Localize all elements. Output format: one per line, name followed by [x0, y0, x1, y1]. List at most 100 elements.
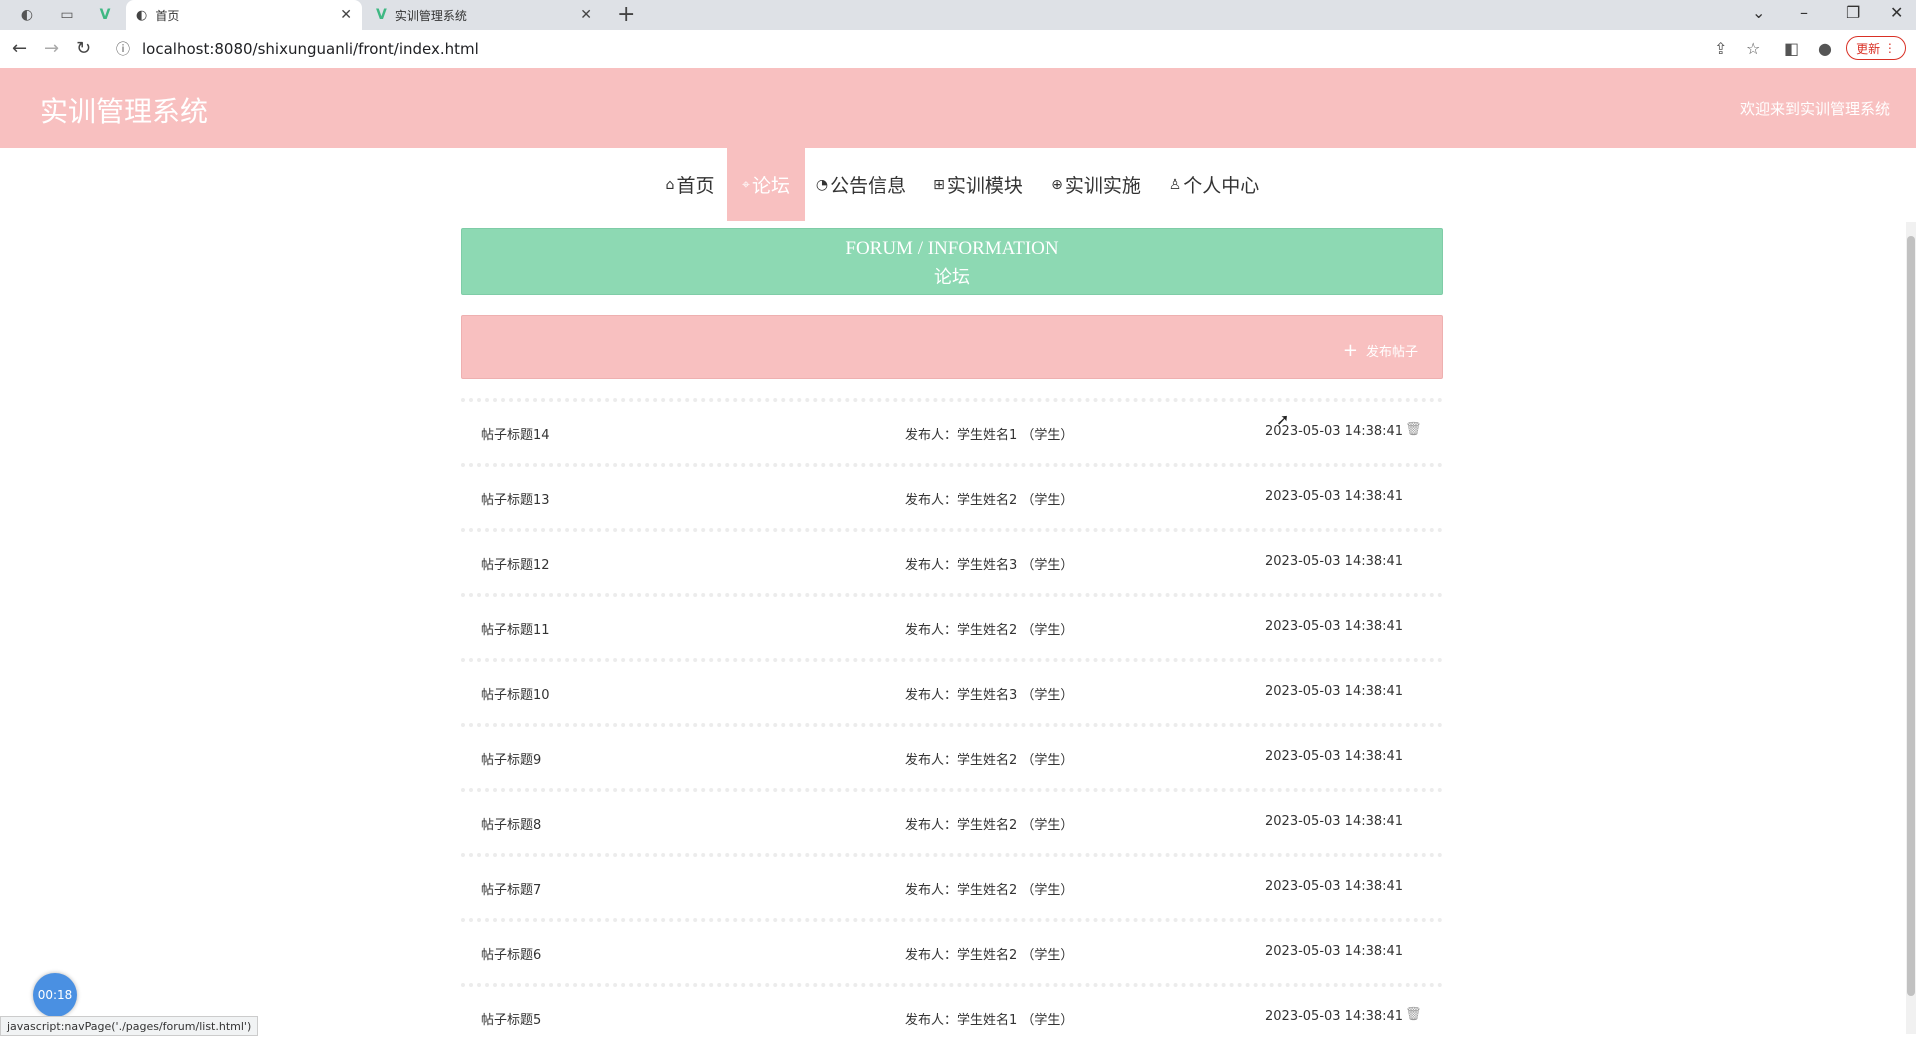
nav-item-training-implementation[interactable]: ⊕ 实训实施 — [1044, 148, 1148, 221]
close-icon[interactable]: ✕ — [340, 7, 352, 23]
welcome-text: 欢迎来到实训管理系统 — [1739, 100, 1890, 118]
gauge-icon: ◔ — [815, 176, 829, 193]
new-tab-button[interactable]: + — [617, 2, 635, 27]
post-row[interactable]: 帖子标题11 发布人：学生姓名2 （学生） 2023-05-03 14:38:4… — [461, 593, 1443, 658]
status-bar-link-preview: javascript:navPage('./pages/forum/list.h… — [0, 1016, 259, 1036]
post-author: 发布人：学生姓名2 （学生） — [905, 948, 1074, 963]
globe-icon: ◐ — [136, 7, 148, 23]
forum-title-banner: FORUM / INFORMATION 论坛 — [461, 228, 1443, 295]
address-bar: ← → ↻ ⓘ localhost:8080/shixunguanli/fron… — [0, 30, 1916, 69]
nav-item-home[interactable]: ⌂ 首页 — [654, 148, 726, 221]
scrollbar-thumb[interactable] — [1907, 236, 1915, 996]
nav-item-announcements[interactable]: ◔ 公告信息 — [808, 148, 914, 221]
post-title[interactable]: 帖子标题9 — [481, 749, 541, 768]
chevron-down-icon[interactable]: ⌄ — [1752, 3, 1765, 22]
post-title[interactable]: 帖子标题5 — [481, 1009, 541, 1028]
post-time: 2023-05-03 14:38:41 — [1265, 554, 1404, 569]
post-author: 发布人：学生姓名2 （学生） — [905, 623, 1074, 638]
book-icon: ⊞ — [933, 176, 945, 193]
post-time: 2023-05-03 14:38:41 — [1265, 1009, 1404, 1024]
nav-label: 个人中心 — [1183, 175, 1260, 197]
post-title[interactable]: 帖子标题8 — [481, 814, 541, 833]
blank-tab-icon[interactable]: ▭ — [52, 5, 82, 25]
post-author: 发布人：学生姓名1 （学生） — [905, 428, 1074, 443]
post-author: 发布人：学生姓名3 （学生） — [905, 688, 1074, 703]
forum-title-cn: 论坛 — [934, 267, 970, 287]
post-title[interactable]: 帖子标题7 — [481, 879, 541, 898]
browser-tabstrip: ◐ ▭ V ◐ 首页 ✕ V 实训管理系统 ✕ + ⌄ – ❐ ✕ — [0, 0, 1916, 30]
update-label: 更新 — [1856, 41, 1881, 56]
post-row[interactable]: 帖子标题9 发布人：学生姓名2 （学生） 2023-05-03 14:38:41 — [461, 723, 1443, 788]
nav-item-training-modules[interactable]: ⊞ 实训模块 — [926, 148, 1030, 221]
globe-icon[interactable]: ◐ — [12, 5, 42, 25]
post-title[interactable]: 帖子标题13 — [481, 489, 550, 508]
reload-icon[interactable]: ↻ — [76, 38, 91, 59]
user-icon: ♙ — [1168, 176, 1182, 193]
site-info-icon[interactable]: ⓘ — [116, 39, 130, 59]
main-nav: ⌂ 首页 ⌖ 论坛 ◔ 公告信息 ⊞ 实训模块 ⊕ 实训实施 ♙ 个人中心 — [0, 148, 1916, 221]
publish-post-button[interactable]: + 发布帖子 — [1343, 340, 1418, 361]
post-title[interactable]: 帖子标题6 — [481, 944, 541, 963]
close-icon[interactable]: ✕ — [580, 7, 592, 23]
vue-logo-icon: V — [376, 7, 387, 23]
forward-icon[interactable]: → — [44, 38, 59, 59]
post-row[interactable]: 帖子标题14 发布人：学生姓名1 （学生） 2023-05-03 14:38:4… — [461, 398, 1443, 463]
post-title[interactable]: 帖子标题12 — [481, 554, 550, 573]
page-scrollbar[interactable] — [1906, 222, 1916, 1034]
post-author: 发布人：学生姓名2 （学生） — [905, 818, 1074, 833]
plus-icon: + — [1342, 340, 1358, 361]
forum-action-bar: + 发布帖子 — [461, 315, 1443, 379]
close-window-icon[interactable]: ✕ — [1890, 3, 1903, 22]
post-author: 发布人：学生姓名2 （学生） — [905, 883, 1074, 898]
profile-icon[interactable]: ● — [1818, 39, 1832, 58]
post-time: 2023-05-03 14:38:41 — [1265, 814, 1404, 829]
post-author: 发布人：学生姓名1 （学生） — [905, 1013, 1074, 1028]
nav-label: 实训模块 — [946, 175, 1023, 197]
post-time: 2023-05-03 14:38:41 — [1265, 489, 1404, 504]
nav-label: 实训实施 — [1064, 175, 1141, 197]
post-title[interactable]: 帖子标题10 — [481, 684, 550, 703]
post-author: 发布人：学生姓名2 （学生） — [905, 753, 1074, 768]
nav-item-forum[interactable]: ⌖ 论坛 — [727, 148, 805, 221]
post-list: 帖子标题14 发布人：学生姓名1 （学生） 2023-05-03 14:38:4… — [461, 398, 1443, 1048]
post-time: 2023-05-03 14:38:41 — [1265, 749, 1404, 764]
minimize-icon[interactable]: – — [1800, 3, 1808, 22]
site-header: 实训管理系统 欢迎来到实训管理系统 — [0, 68, 1916, 148]
back-icon[interactable]: ← — [12, 38, 27, 59]
post-row[interactable]: 帖子标题12 发布人：学生姓名3 （学生） 2023-05-03 14:38:4… — [461, 528, 1443, 593]
post-time: 2023-05-03 14:38:41 — [1265, 879, 1404, 894]
post-title[interactable]: 帖子标题11 — [481, 619, 550, 638]
tab-system[interactable]: V 实训管理系统 ✕ — [366, 0, 602, 30]
star-icon[interactable]: ☆ — [1746, 39, 1760, 58]
tab-title: 首页 — [155, 8, 180, 23]
vue-logo-icon[interactable]: V — [90, 5, 120, 25]
nav-label: 论坛 — [751, 175, 790, 197]
trash-icon[interactable]: 🗑 — [1405, 422, 1422, 437]
recording-timer-badge[interactable]: 00:18 — [33, 973, 77, 1017]
post-row[interactable]: 帖子标题5 发布人：学生姓名1 （学生） 2023-05-03 14:38:41… — [461, 983, 1443, 1048]
url-field[interactable]: localhost:8080/shixunguanli/front/index.… — [142, 40, 479, 58]
post-row[interactable]: 帖子标题8 发布人：学生姓名2 （学生） 2023-05-03 14:38:41 — [461, 788, 1443, 853]
nav-item-personal-center[interactable]: ♙ 个人中心 — [1162, 148, 1266, 221]
gift-icon: ⊕ — [1051, 176, 1063, 193]
post-row[interactable]: 帖子标题10 发布人：学生姓名3 （学生） 2023-05-03 14:38:4… — [461, 658, 1443, 723]
trash-icon[interactable]: 🗑 — [1405, 1007, 1422, 1022]
update-button[interactable]: 更新 ⋮ — [1846, 36, 1906, 60]
mouse-cursor-icon: ➚ — [1276, 410, 1290, 429]
sidebar-icon[interactable]: ◧ — [1784, 39, 1799, 58]
tab-title: 实训管理系统 — [394, 8, 467, 23]
restore-icon[interactable]: ❐ — [1846, 3, 1860, 22]
post-title[interactable]: 帖子标题14 — [481, 424, 550, 443]
nav-label: 首页 — [676, 175, 715, 197]
home-icon: ⌂ — [665, 176, 675, 193]
post-time: 2023-05-03 14:38:41 — [1265, 619, 1404, 634]
tab-home[interactable]: ◐ 首页 ✕ — [126, 0, 362, 30]
post-time: 2023-05-03 14:38:41 — [1265, 944, 1404, 959]
post-row[interactable]: 帖子标题6 发布人：学生姓名2 （学生） 2023-05-03 14:38:41 — [461, 918, 1443, 983]
site-title: 实训管理系统 — [40, 95, 209, 128]
post-row[interactable]: 帖子标题13 发布人：学生姓名2 （学生） 2023-05-03 14:38:4… — [461, 463, 1443, 528]
post-row[interactable]: 帖子标题7 发布人：学生姓名2 （学生） 2023-05-03 14:38:41 — [461, 853, 1443, 918]
tag-icon: ⌖ — [742, 176, 750, 193]
post-time: 2023-05-03 14:38:41 — [1265, 684, 1404, 699]
share-icon[interactable]: ⇪ — [1714, 39, 1727, 58]
